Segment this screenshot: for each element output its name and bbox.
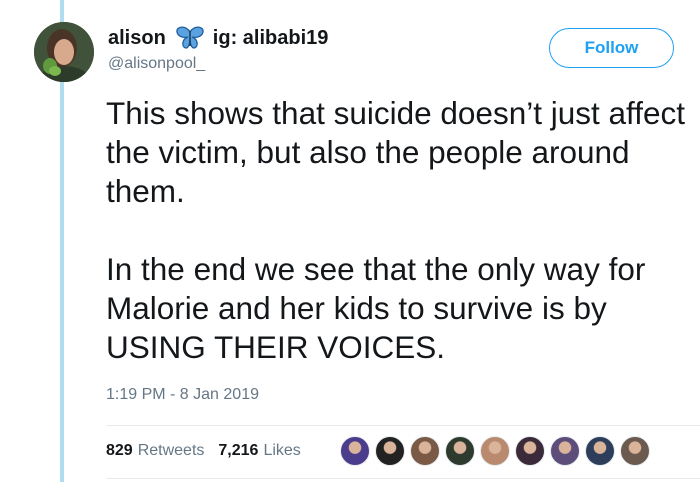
user-handle[interactable]: @alisonpool_ [108, 55, 205, 73]
liker-avatar[interactable] [410, 436, 440, 466]
liker-avatar[interactable] [550, 436, 580, 466]
butterfly-icon [175, 26, 205, 50]
likes-count[interactable]: 7,216 [218, 442, 258, 460]
liker-avatar[interactable] [620, 436, 650, 466]
retweets-count[interactable]: 829 [106, 442, 133, 460]
divider-top [106, 425, 700, 426]
avatar[interactable] [34, 22, 94, 82]
divider-bottom [106, 478, 700, 479]
liker-avatar[interactable] [340, 436, 370, 466]
tweet-paragraph-2: In the end we see that the only way for … [106, 251, 646, 365]
liker-avatar[interactable] [515, 436, 545, 466]
retweets-label[interactable]: Retweets [138, 442, 205, 460]
display-name-suffix[interactable]: ig: alibabi19 [213, 27, 329, 50]
liker-avatars [340, 436, 655, 466]
tweet-paragraph-1: This shows that suicide doesn’t just aff… [106, 95, 685, 209]
liker-avatar[interactable] [585, 436, 615, 466]
tweet-text: This shows that suicide doesn’t just aff… [106, 94, 698, 367]
follow-button[interactable]: Follow [549, 28, 674, 68]
likes-label[interactable]: Likes [263, 442, 300, 460]
liker-avatar[interactable] [445, 436, 475, 466]
user-name-row[interactable]: alison ig: alibabi19 [108, 26, 328, 50]
tweet-stats: 829 Retweets 7,216 Likes [106, 441, 301, 461]
avatar-photo [34, 22, 94, 82]
liker-avatar[interactable] [375, 436, 405, 466]
liker-avatar[interactable] [480, 436, 510, 466]
display-name[interactable]: alison [108, 27, 166, 50]
tweet-timestamp[interactable]: 1:19 PM - 8 Jan 2019 [106, 386, 259, 404]
